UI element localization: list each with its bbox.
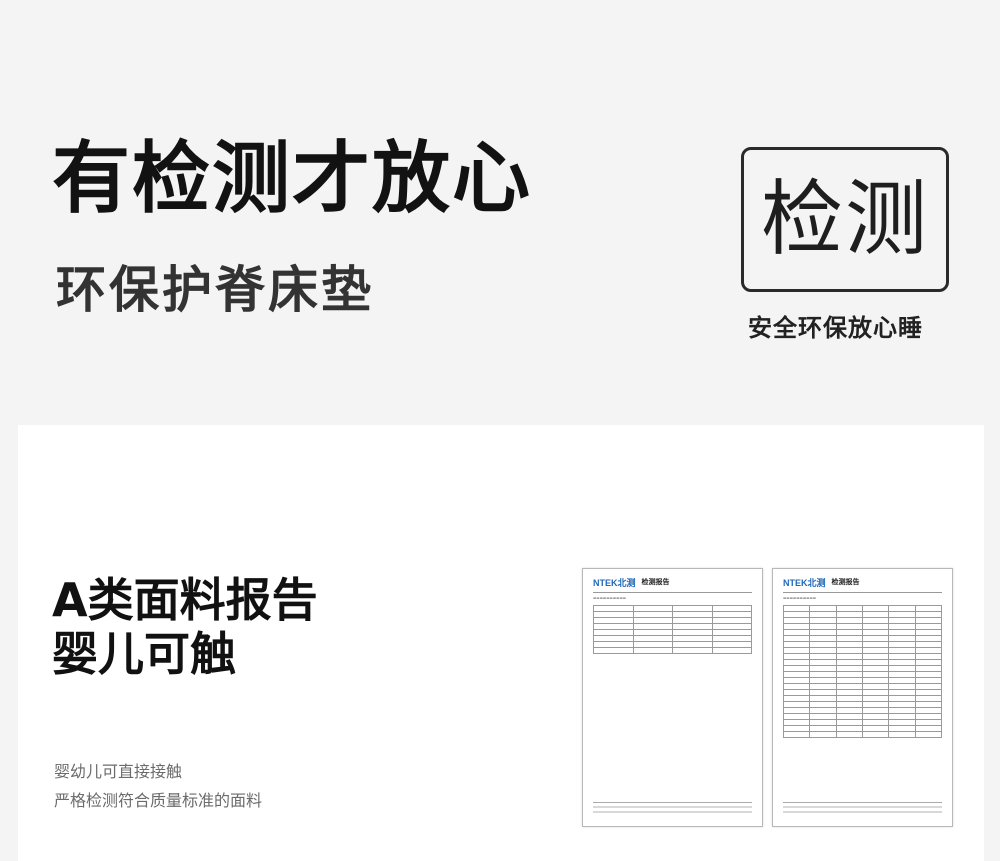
card-description: 婴幼儿可直接接触 严格检测符合质量标准的面料 [54, 757, 262, 815]
top-section: 有检测才放心 环保护脊床垫 检测 安全环保放心睡 [0, 0, 1000, 425]
card-desc-line-2: 严格检测符合质量标准的面料 [54, 791, 263, 810]
report-table [782, 605, 943, 738]
headline: 有检测才放心 [52, 134, 533, 224]
report-title: 检测报告 [831, 578, 860, 586]
ntek-logo: NTEK北测 [783, 577, 826, 588]
card-title-line-1: A类面料报告 [52, 573, 318, 627]
subline: 环保护脊床垫 [56, 261, 374, 319]
report-title: 检测报告 [641, 578, 670, 586]
card-title-line-2: 婴儿可触 [52, 627, 236, 682]
card-desc-line-1: 婴幼儿可直接接触 [54, 762, 183, 781]
test-report-image-2: NTEK北测 检测报告 ▬▬▬▬▬▬▬▬▬▬ [772, 568, 953, 827]
inspection-stamp: 检测 [741, 147, 949, 292]
card-title: A类面料报告 婴儿可触 [52, 573, 318, 682]
stamp-text: 检测 [760, 171, 929, 267]
report-table [593, 605, 752, 654]
ntek-logo: NTEK北测 [593, 577, 636, 588]
fabric-report-card: A类面料报告 婴儿可触 婴幼儿可直接接触 严格检测符合质量标准的面料 NTEK北… [18, 425, 984, 861]
test-report-image-1: NTEK北测 检测报告 ▬▬▬▬▬▬▬▬▬▬ [582, 568, 763, 827]
stamp-caption: 安全环保放心睡 [748, 314, 923, 342]
